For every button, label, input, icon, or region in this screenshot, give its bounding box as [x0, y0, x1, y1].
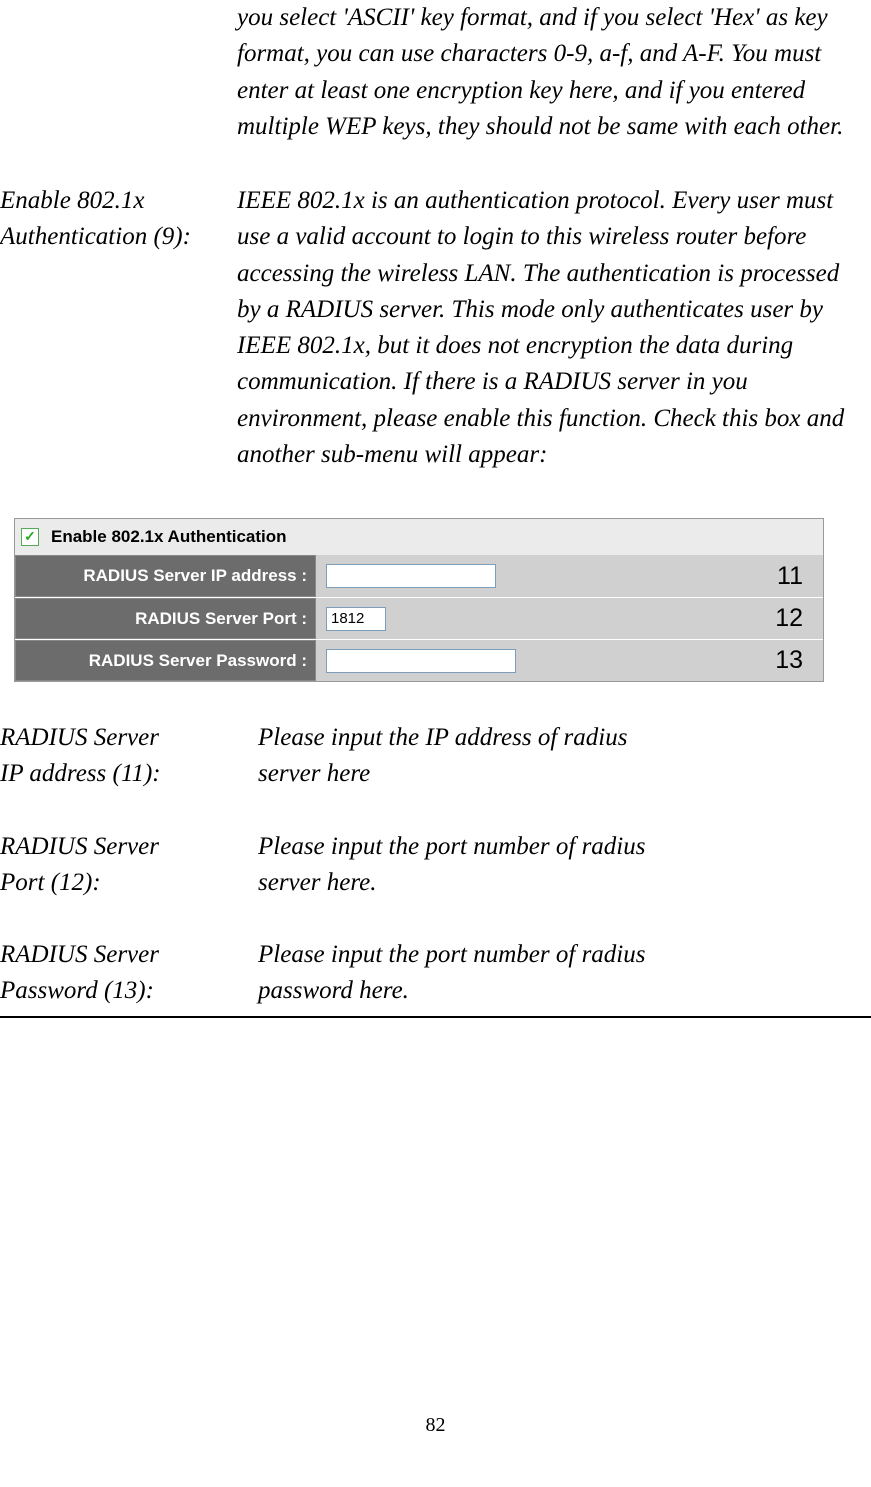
- definition-term: Enable 802.1x Authentication (9):: [0, 183, 237, 473]
- radius-password-label: RADIUS Server Password :: [15, 640, 316, 681]
- radius-ip-label: RADIUS Server IP address :: [15, 555, 316, 597]
- intro-paragraph: you select 'ASCII' key format, and if yo…: [237, 0, 853, 145]
- radius-port-label: RADIUS Server Port :: [15, 598, 316, 639]
- radius-config-screenshot: ✓ Enable 802.1x Authentication RADIUS Se…: [14, 518, 824, 682]
- definition-radius-port: RADIUS Server Port (12): Please input th…: [0, 829, 871, 902]
- annotation-11: 11: [777, 562, 803, 591]
- definition-description: Please input the port number of radius p…: [258, 937, 871, 1010]
- enable-8021x-label: Enable 802.1x Authentication: [51, 527, 287, 547]
- definition-radius-ip: RADIUS Server IP address (11): Please in…: [0, 720, 871, 793]
- radius-password-row: RADIUS Server Password : 13: [15, 639, 823, 681]
- radius-definitions: RADIUS Server IP address (11): Please in…: [0, 720, 871, 1018]
- term-line2: Authentication (9):: [0, 223, 191, 250]
- annotation-12: 12: [775, 604, 803, 633]
- definition-enable-8021x: Enable 802.1x Authentication (9): IEEE 8…: [0, 183, 871, 473]
- term-line1: Enable 802.1x: [0, 187, 144, 214]
- radius-ip-row: RADIUS Server IP address : 11: [15, 555, 823, 597]
- enable-8021x-header: ✓ Enable 802.1x Authentication: [15, 519, 823, 555]
- annotation-13: 13: [775, 646, 803, 675]
- radius-ip-input[interactable]: [326, 564, 496, 588]
- definition-term: RADIUS Server IP address (11):: [0, 720, 258, 793]
- page-number: 82: [0, 1414, 871, 1437]
- definition-description: IEEE 802.1x is an authentication protoco…: [237, 183, 869, 473]
- enable-8021x-checkbox[interactable]: ✓: [21, 528, 39, 546]
- definition-radius-password: RADIUS Server Password (13): Please inpu…: [0, 937, 871, 1010]
- radius-port-input[interactable]: [326, 607, 386, 631]
- radius-password-input[interactable]: [326, 649, 516, 673]
- definition-description: Please input the IP address of radius se…: [258, 720, 871, 793]
- definition-term: RADIUS Server Port (12):: [0, 829, 258, 902]
- definition-description: Please input the port number of radius s…: [258, 829, 871, 902]
- radius-port-row: RADIUS Server Port : 12: [15, 597, 823, 639]
- definition-term: RADIUS Server Password (13):: [0, 937, 258, 1010]
